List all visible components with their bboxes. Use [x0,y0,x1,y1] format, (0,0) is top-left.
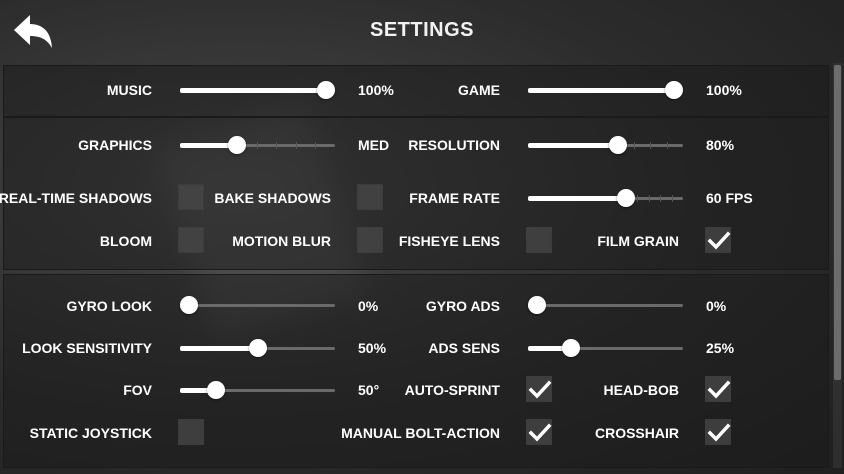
ads-sens-slider[interactable] [528,338,683,358]
gyro-ads-slider[interactable] [528,295,683,315]
look-sensitivity-slider[interactable] [180,338,335,358]
slider-tick [648,195,650,202]
slider-knob[interactable] [317,81,335,99]
graphics-value: MED [358,137,390,153]
slider-tick [315,142,317,149]
manual-bolt-action-label: MANUAL BOLT-ACTION [341,425,500,441]
checkmark-icon [707,380,731,399]
music-value: 100% [358,82,394,98]
film-grain-checkbox[interactable] [705,227,731,253]
slider-fill [180,346,258,351]
frame-rate-slider[interactable] [528,188,683,208]
gyro-look-label: GYRO LOOK [66,298,152,314]
look-sensitivity-value: 50% [358,340,387,356]
slider-knob[interactable] [562,339,581,357]
slider-tick [637,195,639,202]
resolution-label: RESOLUTION [408,137,500,153]
slider-track [180,304,335,307]
slider-track [528,304,683,307]
slider-tick [666,142,668,149]
ads-sens-value: 25% [706,340,735,356]
slider-knob[interactable] [207,381,226,399]
fov-label: FOV [123,382,152,398]
bloom-label: BLOOM [99,233,152,249]
slider-tick [660,195,662,202]
slider-knob[interactable] [180,296,198,314]
ads-sens-label: ADS SENS [428,340,500,356]
gyro-ads-label: GYRO ADS [425,298,500,314]
slider-tick [295,142,297,149]
music-slider[interactable] [180,80,335,100]
slider-tick [671,195,673,202]
slider-knob[interactable] [608,136,627,154]
static-joystick-checkbox[interactable] [178,419,204,445]
slider-knob[interactable] [665,81,683,99]
checkmark-icon [528,380,552,399]
fisheye-lens-label: FISHEYE LENS [398,233,500,249]
checkmark-icon [528,423,552,442]
graphics-label: GRAPHICS [78,137,152,153]
checkmark-icon [707,423,731,442]
graphics-slider[interactable] [180,135,335,155]
head-bob-label: HEAD-BOB [603,382,679,398]
bake-shadows-checkbox[interactable] [357,184,383,210]
slider-tick [650,142,652,149]
bloom-checkbox[interactable] [178,227,204,253]
gyro-look-slider[interactable] [180,295,335,315]
slider-fill [528,88,674,93]
fisheye-lens-checkbox[interactable] [526,227,552,253]
real-time-shadows-checkbox[interactable] [178,184,204,210]
game-value: 100% [706,82,742,98]
settings-screen: SETTINGS MUSIC 100% GAME 100% GRAPHICS M… [0,0,844,474]
resolution-slider[interactable] [528,135,683,155]
header-bar: SETTINGS [0,0,844,62]
resolution-value: 80% [706,137,735,153]
crosshair-label: CROSSHAIR [594,425,679,441]
motion-blur-checkbox[interactable] [357,227,383,253]
page-title: SETTINGS [369,19,474,41]
auto-sprint-label: AUTO-SPRINT [404,382,500,398]
slider-fill [528,143,618,148]
checkmark-icon [707,231,731,250]
static-joystick-label: STATIC JOYSTICK [29,425,152,441]
game-label: GAME [458,82,500,98]
fov-slider[interactable] [180,380,335,400]
music-label: MUSIC [106,82,152,98]
film-grain-label: FILM GRAIN [597,233,679,249]
motion-blur-label: MOTION BLUR [232,233,331,249]
manual-bolt-action-checkbox[interactable] [526,419,552,445]
slider-knob[interactable] [617,189,636,207]
game-slider[interactable] [528,80,683,100]
crosshair-checkbox[interactable] [705,419,731,445]
slider-tick [634,142,636,149]
slider-tick [276,142,278,149]
slider-fill [528,196,627,201]
slider-tick [256,142,258,149]
scrollbar[interactable] [833,63,842,468]
gyro-ads-value: 0% [706,298,727,314]
fov-value: 50° [358,382,380,398]
frame-rate-label: FRAME RATE [409,190,500,206]
settings-panel [0,63,830,468]
head-bob-checkbox[interactable] [705,376,731,402]
real-time-shadows-label: REAL-TIME SHADOWS [0,190,152,206]
slider-knob[interactable] [248,339,267,357]
auto-sprint-checkbox[interactable] [526,376,552,402]
gyro-look-value: 0% [358,298,379,314]
bake-shadows-label: BAKE SHADOWS [214,190,331,206]
slider-knob[interactable] [227,136,246,154]
slider-knob[interactable] [528,296,546,314]
frame-rate-value: 60 FPS [706,190,753,206]
slider-fill [180,88,326,93]
scrollbar-thumb[interactable] [834,65,841,380]
look-sensitivity-label: LOOK SENSITIVITY [22,340,152,356]
